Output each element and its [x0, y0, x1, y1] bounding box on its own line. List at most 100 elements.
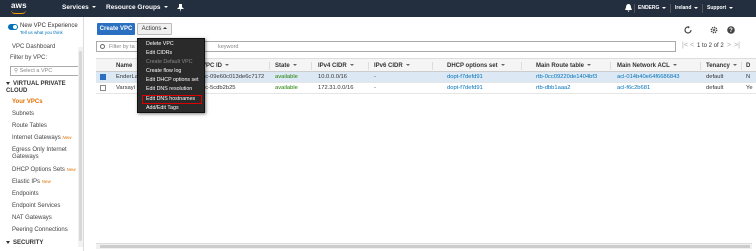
sidebar-scrollbar[interactable] — [78, 47, 83, 247]
support-menu[interactable]: Support — [707, 5, 734, 11]
cell-name: EnderLa — [116, 74, 138, 80]
help-icon[interactable]: ? — [727, 26, 735, 34]
sidebar-item-dashboard[interactable]: VPC Dashboard — [12, 44, 55, 50]
user-label: ENDERG — [638, 5, 660, 11]
collapse-icon — [6, 240, 10, 244]
sidebar-item-internet-gateways[interactable]: Internet Gateways New — [12, 135, 71, 141]
menu-item-edit-cidrs[interactable]: Edit CIDRs — [146, 50, 172, 56]
filter-placeholder: Filter by ta — [109, 44, 135, 50]
col-state[interactable]: State — [275, 63, 297, 69]
cell-default: Ye — [746, 85, 753, 91]
cell-vpc-id: pc-09e60c013de6c7172 — [202, 74, 265, 80]
col-network-acl[interactable]: Main Network ACL — [617, 63, 677, 69]
cell-dhcp-link[interactable]: dopt-f7defd91 — [447, 74, 483, 80]
first-page-icon[interactable]: |< — [682, 42, 688, 49]
menu-item-edit-dhcp[interactable]: Edit DHCP options set — [146, 77, 199, 83]
next-page-icon[interactable]: > — [727, 42, 731, 49]
collapse-icon — [6, 81, 10, 85]
sidebar-item-egress-gateways[interactable]: Egress Only Internet Gateways — [12, 147, 76, 161]
svg-text:?: ? — [729, 28, 733, 34]
pin-icon[interactable] — [177, 4, 185, 12]
cell-acl-link[interactable]: acl-014b40e64f6686843 — [617, 74, 680, 80]
col-name[interactable]: Name — [116, 63, 132, 69]
region-label: Ireland — [675, 5, 692, 11]
section-vpc[interactable]: VIRTUAL PRIVATE CLOUD — [6, 81, 83, 95]
horizontal-scrollbar[interactable] — [96, 243, 752, 249]
sidebar-item-dhcp-options[interactable]: DHCP Options Sets New — [12, 167, 76, 173]
col-dhcp[interactable]: DHCP options set — [447, 63, 505, 69]
new-badge: New — [66, 167, 76, 172]
col-default[interactable]: D — [746, 63, 750, 69]
sort-icon — [732, 64, 737, 67]
new-experience-toggle[interactable] — [8, 24, 18, 30]
menu-item-create-default-vpc: Create Default VPC — [146, 59, 193, 65]
sort-icon — [292, 64, 297, 67]
bell-icon[interactable] — [625, 4, 632, 12]
resource-groups-menu[interactable]: Resource Groups — [106, 4, 168, 11]
vpc-select[interactable]: ⚲ Select a VPC — [10, 66, 80, 76]
cell-route-link[interactable]: rtb-0cc09220de1404bf3 — [536, 74, 597, 80]
services-label: Services — [62, 4, 89, 11]
search-icon — [100, 44, 105, 49]
services-menu[interactable]: Services — [62, 4, 96, 11]
col-ipv6[interactable]: IPv6 CIDR — [374, 63, 410, 69]
cell-ipv6: - — [374, 74, 376, 80]
cell-route-link[interactable]: rtb-dbb1aaa2 — [536, 85, 571, 91]
sidebar-item-peering[interactable]: Peering Connections — [12, 227, 68, 233]
cell-tenancy: default — [706, 74, 724, 80]
actions-label: Actions — [141, 26, 162, 32]
sort-icon — [349, 64, 354, 67]
new-badge: New — [62, 135, 72, 140]
col-vpc-id[interactable]: VPC ID — [202, 63, 230, 69]
cell-state: available — [275, 74, 298, 80]
menu-item-delete-vpc[interactable]: Delete VPC — [146, 41, 174, 47]
col-route-table[interactable]: Main Route table — [536, 63, 592, 69]
support-label: Support — [707, 5, 727, 11]
cell-ipv6: - — [374, 85, 376, 91]
sidebar-item-endpoints[interactable]: Endpoints — [12, 191, 39, 197]
sidebar: New VPC Experience Tell us what you thin… — [0, 17, 84, 251]
prev-page-icon[interactable]: < — [690, 42, 694, 49]
cell-acl-link[interactable]: acl-f6c2b681 — [617, 85, 650, 91]
menu-item-create-flow-log[interactable]: Create flow log — [146, 68, 181, 74]
menu-item-add-edit-tags[interactable]: Add/Edit Tags — [146, 105, 179, 111]
sidebar-item-elastic-ips[interactable]: Elastic IPs New — [12, 179, 51, 185]
cell-vpc-id: pc-5cdb2b25 — [202, 85, 236, 91]
cell-state: available — [275, 85, 298, 91]
sidebar-item-nat-gateways[interactable]: NAT Gateways — [12, 215, 52, 221]
cell-ipv4: 172.31.0.0/16 — [318, 85, 354, 91]
cell-ipv4: 10.0.0.0/16 — [318, 74, 348, 80]
sort-icon — [500, 64, 505, 67]
section-security[interactable]: SECURITY — [6, 240, 43, 247]
new-badge: New — [41, 179, 51, 184]
sort-icon — [672, 64, 677, 67]
refresh-icon[interactable] — [684, 26, 692, 34]
settings-icon[interactable] — [710, 26, 718, 34]
aws-logo[interactable]: aws — [8, 1, 30, 15]
aws-logo-text: aws — [11, 1, 27, 10]
actions-menu: Delete VPC Edit CIDRs Create Default VPC… — [137, 38, 205, 113]
col-ipv4[interactable]: IPv4 CIDR — [318, 63, 354, 69]
user-menu[interactable]: ENDERG — [638, 5, 667, 11]
sidebar-item-your-vpcs[interactable]: Your VPCs — [12, 99, 43, 105]
row-checkbox[interactable] — [100, 85, 106, 91]
feedback-link[interactable]: Tell us what you think — [20, 30, 63, 35]
sidebar-item-endpoint-services[interactable]: Endpoint Services — [12, 203, 60, 209]
sort-icon — [225, 64, 230, 67]
cell-dhcp-link[interactable]: dopt-f7defd91 — [447, 85, 483, 91]
col-tenancy[interactable]: Tenancy — [706, 63, 737, 69]
sort-icon — [587, 64, 592, 67]
sidebar-item-route-tables[interactable]: Route Tables — [12, 123, 47, 129]
sidebar-item-subnets[interactable]: Subnets — [12, 111, 34, 117]
filter-placeholder-keyword: keyword — [218, 44, 239, 50]
menu-item-edit-dns-hostnames[interactable]: Edit DNS hostnames — [146, 96, 195, 102]
row-checkbox[interactable] — [100, 74, 106, 80]
filter-vpc-label: Filter by VPC: — [10, 55, 48, 61]
last-page-icon[interactable]: >| — [734, 42, 740, 49]
actions-button[interactable]: Actions — [137, 23, 172, 35]
create-vpc-button[interactable]: Create VPC — [97, 23, 135, 35]
menu-item-edit-dns-resolution[interactable]: Edit DNS resolution — [146, 86, 192, 92]
region-menu[interactable]: Ireland — [675, 5, 699, 11]
vpc-select-placeholder: Select a VPC — [19, 68, 53, 74]
top-nav: aws Services Resource Groups ENDERG Irel… — [0, 0, 756, 17]
